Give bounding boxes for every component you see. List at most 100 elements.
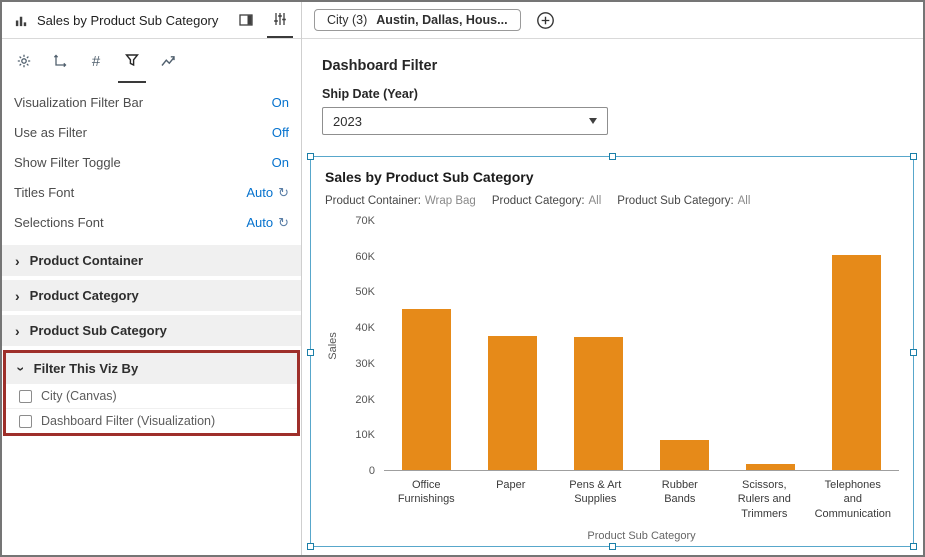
- city-canvas-checkbox[interactable]: [19, 390, 32, 403]
- bar-office-furnishings[interactable]: [402, 309, 451, 470]
- prop-value-toggle[interactable]: On: [272, 155, 289, 170]
- properties-sliders-icon[interactable]: [267, 2, 293, 38]
- filter-option-dashboard-filter: Dashboard Filter (Visualization): [6, 409, 297, 433]
- add-filter-button plus-circle-icon[interactable]: [536, 11, 555, 30]
- prop-label: Titles Font: [14, 185, 246, 200]
- selection-handle-bottom-left[interactable]: [307, 543, 314, 550]
- panel-layout-icon[interactable]: [233, 2, 259, 38]
- prop-visualization-filter-bar: Visualization Filter Bar On: [2, 87, 301, 117]
- y-axis-title: Sales: [325, 221, 341, 471]
- year-dropdown-value: 2023: [333, 114, 362, 129]
- section-label: Filter This Viz By: [34, 361, 139, 376]
- section-product-category[interactable]: Product Category › Product Category: [2, 280, 301, 311]
- filter-item-value: All: [589, 195, 602, 207]
- filter-item-label: Product Sub Category:: [617, 195, 733, 207]
- selection-handle-middle-left[interactable]: [307, 349, 314, 356]
- x-tick-label: Rubber Bands: [638, 478, 723, 521]
- selection-handle-top-right[interactable]: [910, 153, 917, 160]
- chevron-right-icon: ›: [15, 324, 20, 338]
- prop-value-toggle[interactable]: Auto: [246, 215, 273, 230]
- dashboard-filter-checkbox[interactable]: [19, 415, 32, 428]
- section-product-sub-category[interactable]: › Product Sub Category: [2, 315, 301, 346]
- prop-value-toggle[interactable]: Auto: [246, 185, 273, 200]
- selection-handle-bottom-right[interactable]: [910, 543, 917, 550]
- section-label: Product Sub Category: [30, 323, 167, 338]
- chart-filter-item: Product Sub Category: All: [617, 195, 750, 207]
- bar-slot: [384, 221, 470, 470]
- viz-card-sales-by-product-sub-category[interactable]: Sales by Product Sub Category Product Co…: [310, 156, 914, 547]
- chevron-down-icon: [589, 118, 597, 124]
- checkbox-label: Dashboard Filter (Visualization): [41, 414, 215, 428]
- chart-title: Sales by Product Sub Category: [325, 169, 899, 185]
- selection-handle-bottom-middle[interactable]: [609, 543, 616, 550]
- properties-tabs: #: [2, 39, 301, 83]
- chevron-down-icon: ›: [14, 366, 28, 371]
- prop-label: Show Filter Toggle: [14, 155, 272, 170]
- prop-label: Visualization Filter Bar: [14, 95, 272, 110]
- bar-slot: [813, 221, 899, 470]
- tab-analytics trend-icon[interactable]: [154, 39, 182, 83]
- viz-properties-title: Sales by Product Sub Category: [37, 13, 225, 28]
- bar-rubber-bands[interactable]: [660, 440, 709, 470]
- city-filter-chip[interactable]: City (3) Austin, Dallas, Hous...: [314, 9, 521, 31]
- y-tick-label: 30K: [355, 358, 375, 370]
- y-tick-label: 40K: [355, 322, 375, 334]
- x-tick-label: Scissors, Rulers and Trimmers: [722, 478, 807, 521]
- filter-option-city-canvas: City (Canvas): [6, 384, 297, 409]
- canvas-filter-bar: City (3) Austin, Dallas, Hous...: [302, 2, 923, 39]
- properties-sidebar: Sales by Product Sub Category: [2, 2, 302, 555]
- bar-scissors-rulers-and-trimmers[interactable]: [746, 464, 795, 470]
- chevron-right-icon: ›: [15, 289, 20, 303]
- prop-use-as-filter: Use as Filter Off: [2, 117, 301, 147]
- bar-pens-art-supplies[interactable]: [574, 337, 623, 470]
- tab-filters filter-funnel-icon[interactable]: [118, 39, 146, 83]
- canvas-body: Dashboard Filter Ship Date (Year) 2023 S…: [302, 39, 923, 555]
- bar-telephones-and-communication[interactable]: [832, 255, 881, 470]
- x-tick-label: Paper: [469, 478, 554, 521]
- sidebar-header: Sales by Product Sub Category: [2, 2, 301, 39]
- selection-handle-top-middle[interactable]: [609, 153, 616, 160]
- x-tick-label: Telephones and Communication: [807, 478, 899, 521]
- reset-circular-arrow-icon[interactable]: ↻: [278, 186, 289, 199]
- chart-filters-line: Product Container:Wrap Bag Product Categ…: [325, 195, 899, 207]
- reset-circular-arrow-icon[interactable]: ↻: [278, 216, 289, 229]
- x-tick-label: Pens & Art Supplies: [553, 478, 638, 521]
- bar-chart: Sales 010K20K30K40K50K60K70K Office Furn…: [325, 221, 899, 542]
- bar-chart-icon: [14, 13, 29, 28]
- prop-label: Selections Font: [14, 215, 246, 230]
- year-dropdown[interactable]: 2023: [322, 107, 608, 135]
- section-label: Product Container: [30, 253, 143, 268]
- section-product-container[interactable]: › Product Container: [2, 245, 301, 276]
- section-label: Product Category: [30, 288, 139, 303]
- chart-filter-item: Product Container:Wrap Bag: [325, 195, 476, 207]
- selection-handle-top-left[interactable]: [307, 153, 314, 160]
- x-axis-title: Product Sub Category: [384, 530, 899, 542]
- prop-value-toggle[interactable]: Off: [272, 125, 289, 140]
- filter-chip-name: City (3): [327, 13, 367, 27]
- y-tick-label: 60K: [355, 251, 375, 263]
- ship-date-year-label: Ship Date (Year): [322, 87, 914, 101]
- x-axis-labels: Office FurnishingsPaperPens & Art Suppli…: [384, 478, 899, 521]
- dashboard-filter-title: Dashboard Filter: [322, 58, 914, 74]
- filter-item-label: Product Container:: [325, 195, 421, 207]
- dashboard-filter-block: Dashboard Filter Ship Date (Year) 2023: [322, 39, 914, 135]
- chart-filter-item: Product Category:All: [492, 195, 601, 207]
- filter-item-value: All: [738, 195, 751, 207]
- bar-slot: [641, 221, 727, 470]
- section-filter-this-viz-by[interactable]: › Filter This Viz By: [6, 353, 297, 384]
- y-tick-label: 10K: [355, 429, 375, 441]
- tab-values hash-icon[interactable]: #: [82, 39, 110, 83]
- prop-show-filter-toggle: Show Filter Toggle On: [2, 147, 301, 177]
- y-axis-ticks: 010K20K30K40K50K60K70K: [341, 221, 375, 471]
- chevron-right-icon: ›: [15, 254, 20, 268]
- properties-list: Visualization Filter Bar On Use as Filte…: [2, 83, 301, 245]
- filter-this-viz-highlight: › Filter This Viz By City (Canvas) Dashb…: [3, 350, 300, 436]
- selection-handle-middle-right[interactable]: [910, 349, 917, 356]
- tab-axes axis-icon[interactable]: [46, 39, 74, 83]
- tab-general gear-icon[interactable]: [10, 39, 38, 83]
- bar-paper[interactable]: [488, 336, 537, 470]
- bar-slot: [470, 221, 556, 470]
- plot-column: Office FurnishingsPaperPens & Art Suppli…: [384, 221, 899, 542]
- prop-value-toggle[interactable]: On: [272, 95, 289, 110]
- y-tick-label: 50K: [355, 286, 375, 298]
